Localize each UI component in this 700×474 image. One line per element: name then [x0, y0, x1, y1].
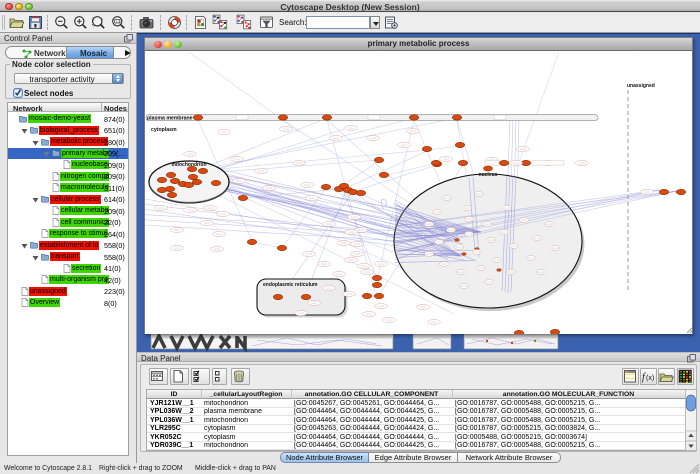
svg-text:[xxx]: [xxx]: [366, 312, 372, 316]
svg-text:cytoplasm: cytoplasm: [151, 127, 177, 133]
svg-text:[xxx]: [xxx]: [283, 127, 289, 131]
svg-text:[xxx]: [xxx]: [333, 136, 339, 140]
svg-text:[xxx]: [xxx]: [436, 240, 442, 244]
svg-text:[xxx]: [xxx]: [464, 206, 470, 210]
svg-text:[xxx]: [xxx]: [351, 215, 357, 219]
svg-text:[xxx]: [xxx]: [311, 301, 317, 305]
svg-text:endoplasmic reticulum: endoplasmic reticulum: [263, 282, 318, 288]
svg-text:[xxx]: [xxx]: [346, 292, 352, 296]
svg-text:[xxx]: [xxx]: [579, 161, 585, 165]
svg-text:[xxx]: [xxx]: [386, 318, 392, 322]
svg-text:[xxx]: [xxx]: [306, 252, 312, 256]
svg-text:[xxx]: [xxx]: [187, 208, 193, 212]
svg-text:[xxx]: [xxx]: [266, 186, 272, 190]
svg-text:[xxx]: [xxx]: [431, 320, 437, 324]
svg-text:1:1: 1:1: [115, 20, 120, 24]
svg-text:[xxx]: [xxx]: [456, 245, 462, 249]
svg-text:[xxx]: [xxx]: [348, 258, 354, 262]
svg-text:[xxx]: [xxx]: [513, 161, 519, 165]
svg-text:[xxx]: [xxx]: [488, 238, 494, 242]
svg-text:[xxx]: [xxx]: [546, 222, 552, 226]
svg-text:[xxx]: [xxx]: [348, 230, 354, 234]
svg-text:[xxx]: [xxx]: [354, 252, 360, 256]
svg-text:[xxx]: [xxx]: [296, 161, 302, 165]
svg-text:[xxx]: [xxx]: [358, 228, 364, 232]
svg-text:[xxx]: [xxx]: [158, 206, 164, 210]
svg-text:[xxx]: [xxx]: [508, 270, 514, 274]
svg-text:[xxx]: [xxx]: [466, 217, 472, 221]
svg-text:unassigned: unassigned: [627, 83, 655, 89]
svg-text:[xxx]: [xxx]: [214, 247, 220, 251]
svg-text:[xxx]: [xxx]: [298, 311, 304, 315]
svg-text:[xxx]: [xxx]: [321, 262, 327, 266]
svg-text:[xxx]: [xxx]: [443, 157, 449, 161]
svg-text:[xxx]: [xxx]: [444, 196, 450, 200]
svg-text:[xxx]: [xxx]: [476, 192, 482, 196]
svg-text:[xxx]: [xxx]: [221, 130, 227, 134]
svg-text:[xxx]: [xxx]: [528, 256, 534, 260]
svg-text:[xxx]: [xxx]: [236, 179, 242, 183]
svg-text:[xxx]: [xxx]: [234, 157, 240, 161]
svg-text:[xxx]: [xxx]: [538, 270, 544, 274]
svg-text:(x): (x): [646, 375, 654, 382]
svg-text:[xxx]: [xxx]: [309, 196, 315, 200]
svg-text:[xxx]: [xxx]: [187, 152, 193, 156]
svg-text:[xxx]: [xxx]: [461, 284, 467, 288]
svg-text:plasma membrane: plasma membrane: [147, 116, 193, 122]
svg-text:[xxx]: [xxx]: [420, 305, 426, 309]
svg-text:[xxx]: [xxx]: [204, 221, 210, 225]
svg-text:[xxx]: [xxx]: [426, 252, 432, 256]
svg-text:[xxx]: [xxx]: [448, 228, 454, 232]
svg-text:[xxx]: [xxx]: [207, 206, 213, 210]
svg-text:[xxx]: [xxx]: [534, 236, 540, 240]
svg-text:[xxx]: [xxx]: [521, 218, 527, 222]
svg-text:[xxx]: [xxx]: [354, 242, 360, 246]
svg-text:[xxx]: [xxx]: [174, 228, 180, 232]
svg-text:[xxx]: [xxx]: [258, 169, 264, 173]
svg-text:[xxx]: [xxx]: [348, 126, 354, 130]
svg-text:nucleus: nucleus: [479, 172, 498, 178]
svg-text:[xxx]: [xxx]: [552, 246, 558, 250]
svg-text:[xxx]: [xxx]: [370, 136, 376, 140]
svg-text:[xxx]: [xxx]: [441, 262, 447, 266]
svg-text:[xxx]: [xxx]: [504, 206, 510, 210]
svg-text:[xxx]: [xxx]: [326, 222, 332, 226]
svg-text:[xxx]: [xxx]: [484, 222, 490, 226]
svg-text:[xxx]: [xxx]: [220, 212, 226, 216]
svg-text:[xxx]: [xxx]: [466, 232, 472, 236]
svg-text:[xxx]: [xxx]: [486, 280, 492, 284]
svg-text:[xxx]: [xxx]: [520, 147, 526, 151]
svg-text:[xxx]: [xxx]: [410, 129, 416, 133]
svg-text:[xxx]: [xxx]: [434, 210, 440, 214]
svg-text:[xxx]: [xxx]: [511, 244, 517, 248]
svg-text:[xxx]: [xxx]: [378, 262, 384, 266]
svg-text:[xxx]: [xxx]: [644, 190, 650, 194]
svg-text:[xxx]: [xxx]: [216, 232, 222, 236]
svg-text:[xxx]: [xxx]: [458, 270, 464, 274]
svg-text:[xxx]: [xxx]: [364, 270, 370, 274]
svg-text:[xxx]: [xxx]: [336, 272, 342, 276]
svg-text:[xxx]: [xxx]: [478, 266, 484, 270]
svg-text:[xxx]: [xxx]: [401, 143, 407, 147]
svg-text:[xxx]: [xxx]: [174, 246, 180, 250]
svg-text:[xxx]: [xxx]: [326, 286, 332, 290]
svg-text:[xxx]: [xxx]: [378, 304, 384, 308]
svg-text:[xxx]: [xxx]: [426, 222, 432, 226]
svg-text:[xxx]: [xxx]: [304, 183, 310, 187]
svg-text:[xxx]: [xxx]: [494, 258, 500, 262]
svg-text:[xxx]: [xxx]: [341, 241, 347, 245]
svg-text:[xxx]: [xxx]: [474, 250, 480, 254]
svg-text:[xxx]: [xxx]: [501, 230, 507, 234]
svg-text:[xxx]: [xxx]: [361, 264, 367, 268]
